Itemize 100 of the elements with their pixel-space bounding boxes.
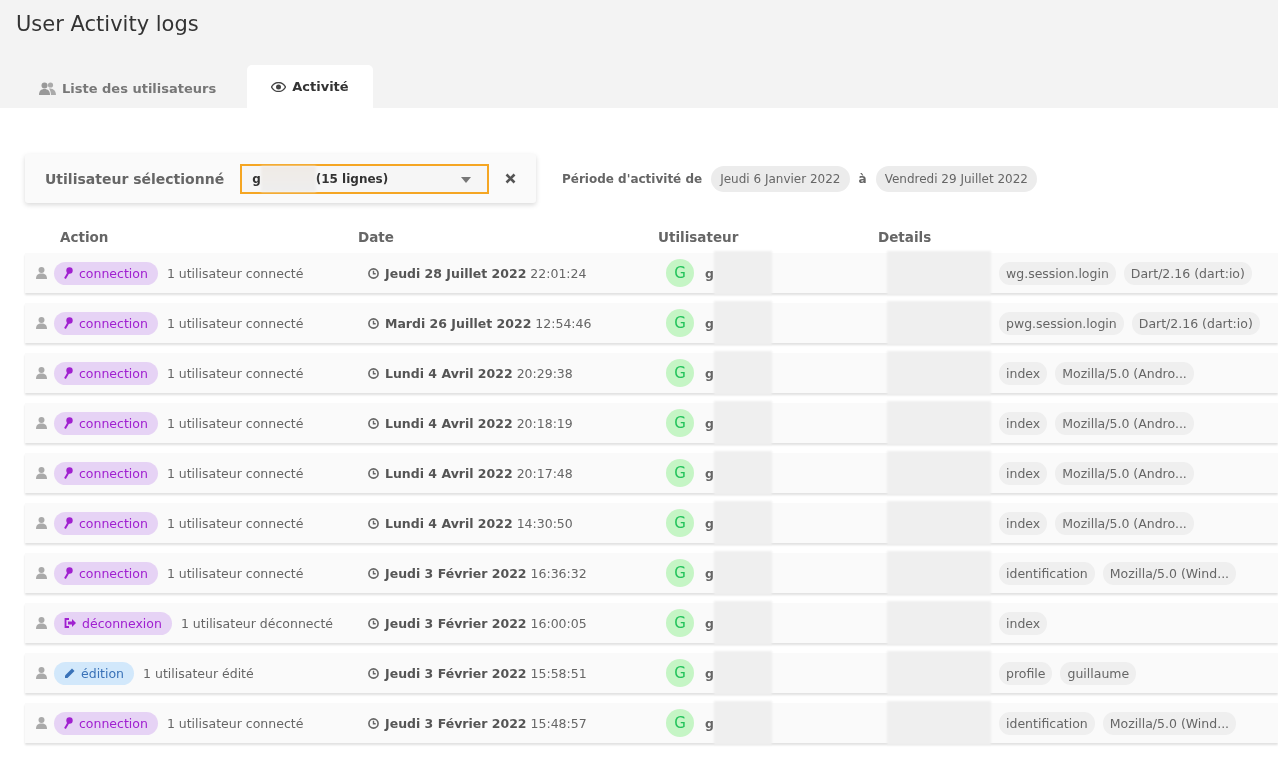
user-name: g	[705, 615, 714, 631]
detail-chip: wg.session.login	[999, 261, 1116, 285]
user-avatar: G	[666, 609, 694, 637]
caret-icon	[461, 176, 471, 183]
user-name: g	[705, 315, 714, 331]
period-separator: à	[858, 171, 867, 186]
clock-icon	[368, 267, 379, 279]
detail-chip: Mozilla/5.0 (Andro...	[1055, 361, 1194, 385]
clock-icon	[368, 367, 379, 379]
action-badge: connection	[54, 461, 158, 485]
action-description: 1 utilisateur édité	[143, 665, 254, 681]
action-badge: connection	[54, 311, 158, 335]
date-text: Jeudi 3 Février 2022 15:48:57	[385, 715, 587, 731]
filter-label: Utilisateur sélectionné	[45, 170, 225, 187]
user-avatar: G	[666, 409, 694, 437]
detail-chip: index	[999, 511, 1048, 535]
clock-icon	[368, 517, 379, 529]
period-label: Période d'activité de	[562, 171, 703, 186]
detail-chip: Mozilla/5.0 (Andro...	[1055, 461, 1194, 485]
user-name: g	[705, 665, 714, 681]
user-name: g	[705, 365, 714, 381]
clock-icon	[368, 467, 379, 479]
tab[interactable]: Activité	[247, 65, 373, 108]
detail-chip: profile	[999, 661, 1053, 685]
user-icon	[36, 517, 47, 529]
key-icon	[64, 317, 73, 329]
date-text: Lundi 4 Avril 2022 14:30:50	[385, 515, 573, 531]
key-icon	[64, 717, 73, 729]
tab[interactable]: Liste des utilisateurs	[22, 65, 234, 108]
redaction-blur	[260, 165, 316, 192]
user-icon	[36, 467, 47, 479]
detail-chip: Mozilla/5.0 (Andro...	[1055, 411, 1194, 435]
column-header: Action	[60, 229, 110, 245]
column-header: Date	[358, 229, 395, 245]
action-description: 1 utilisateur connecté	[166, 415, 304, 431]
date-text: Mardi 26 Juillet 2022 12:54:46	[385, 315, 592, 331]
user-icon	[36, 417, 47, 429]
user-avatar: G	[666, 509, 694, 537]
user-name: g	[705, 515, 714, 531]
action-badge: connection	[54, 361, 158, 385]
action-badge: édition	[54, 661, 135, 685]
user-avatar: G	[666, 709, 694, 737]
detail-chip: identification	[999, 561, 1095, 585]
action-description: 1 utilisateur connecté	[166, 515, 304, 531]
detail-chip: Dart/2.16 (dart:io)	[1123, 261, 1252, 285]
user-select[interactable]: g (15 lignes)	[240, 163, 489, 194]
detail-chip: Mozilla/5.0 (Wind...	[1102, 711, 1237, 735]
date-text: Lundi 4 Avril 2022 20:29:38	[385, 365, 573, 381]
sign-out-icon	[64, 618, 76, 628]
detail-chip: index	[999, 361, 1048, 385]
clock-icon	[368, 667, 379, 679]
user-avatar: G	[666, 559, 694, 587]
date-text: Jeudi 3 Février 2022 16:36:32	[385, 565, 587, 581]
detail-chip: identification	[999, 711, 1095, 735]
action-description: 1 utilisateur déconnecté	[180, 615, 334, 631]
user-icon	[36, 367, 47, 379]
clock-icon	[368, 317, 379, 329]
action-badge: connection	[54, 411, 158, 435]
action-description: 1 utilisateur connecté	[166, 715, 304, 731]
page-title: User Activity logs	[15, 11, 200, 36]
action-description: 1 utilisateur connecté	[166, 365, 304, 381]
user-avatar: G	[666, 459, 694, 487]
date-chip[interactable]: Vendredi 29 Juillet 2022	[875, 165, 1037, 192]
column-header: Utilisateur	[658, 229, 740, 245]
close-icon[interactable]	[505, 173, 516, 184]
action-badge: connection	[54, 711, 158, 735]
key-icon	[64, 267, 73, 279]
eye-icon	[271, 81, 287, 92]
clock-icon	[368, 417, 379, 429]
user-avatar: G	[666, 309, 694, 337]
detail-chip: index	[999, 411, 1048, 435]
user-icon	[36, 267, 47, 279]
detail-chip: index	[999, 611, 1048, 635]
detail-chip: index	[999, 461, 1048, 485]
detail-chip: guillaume	[1060, 661, 1137, 685]
action-badge: connection	[54, 261, 158, 285]
key-icon	[64, 367, 73, 379]
user-avatar: G	[666, 659, 694, 687]
action-description: 1 utilisateur connecté	[166, 315, 304, 331]
clock-icon	[368, 567, 379, 579]
pencil-icon	[64, 667, 75, 679]
detail-chip: pwg.session.login	[999, 311, 1124, 335]
action-badge: déconnexion	[54, 611, 172, 635]
key-icon	[64, 517, 73, 529]
user-name: g	[705, 715, 714, 731]
user-avatar: G	[666, 359, 694, 387]
date-text: Jeudi 28 Juillet 2022 22:01:24	[385, 265, 587, 281]
detail-chip: Mozilla/5.0 (Wind...	[1102, 561, 1237, 585]
user-name: g	[705, 465, 714, 481]
user-name: g	[705, 265, 714, 281]
date-chip[interactable]: Jeudi 6 Janvier 2022	[711, 165, 850, 192]
detail-chip: Dart/2.16 (dart:io)	[1131, 311, 1260, 335]
date-text: Lundi 4 Avril 2022 20:18:19	[385, 415, 573, 431]
action-description: 1 utilisateur connecté	[166, 565, 304, 581]
key-icon	[64, 417, 73, 429]
user-icon	[36, 617, 47, 629]
user-avatar: G	[666, 259, 694, 287]
date-text: Jeudi 3 Février 2022 15:58:51	[385, 665, 587, 681]
user-icon	[36, 717, 47, 729]
detail-chip: Mozilla/5.0 (Andro...	[1055, 511, 1194, 535]
